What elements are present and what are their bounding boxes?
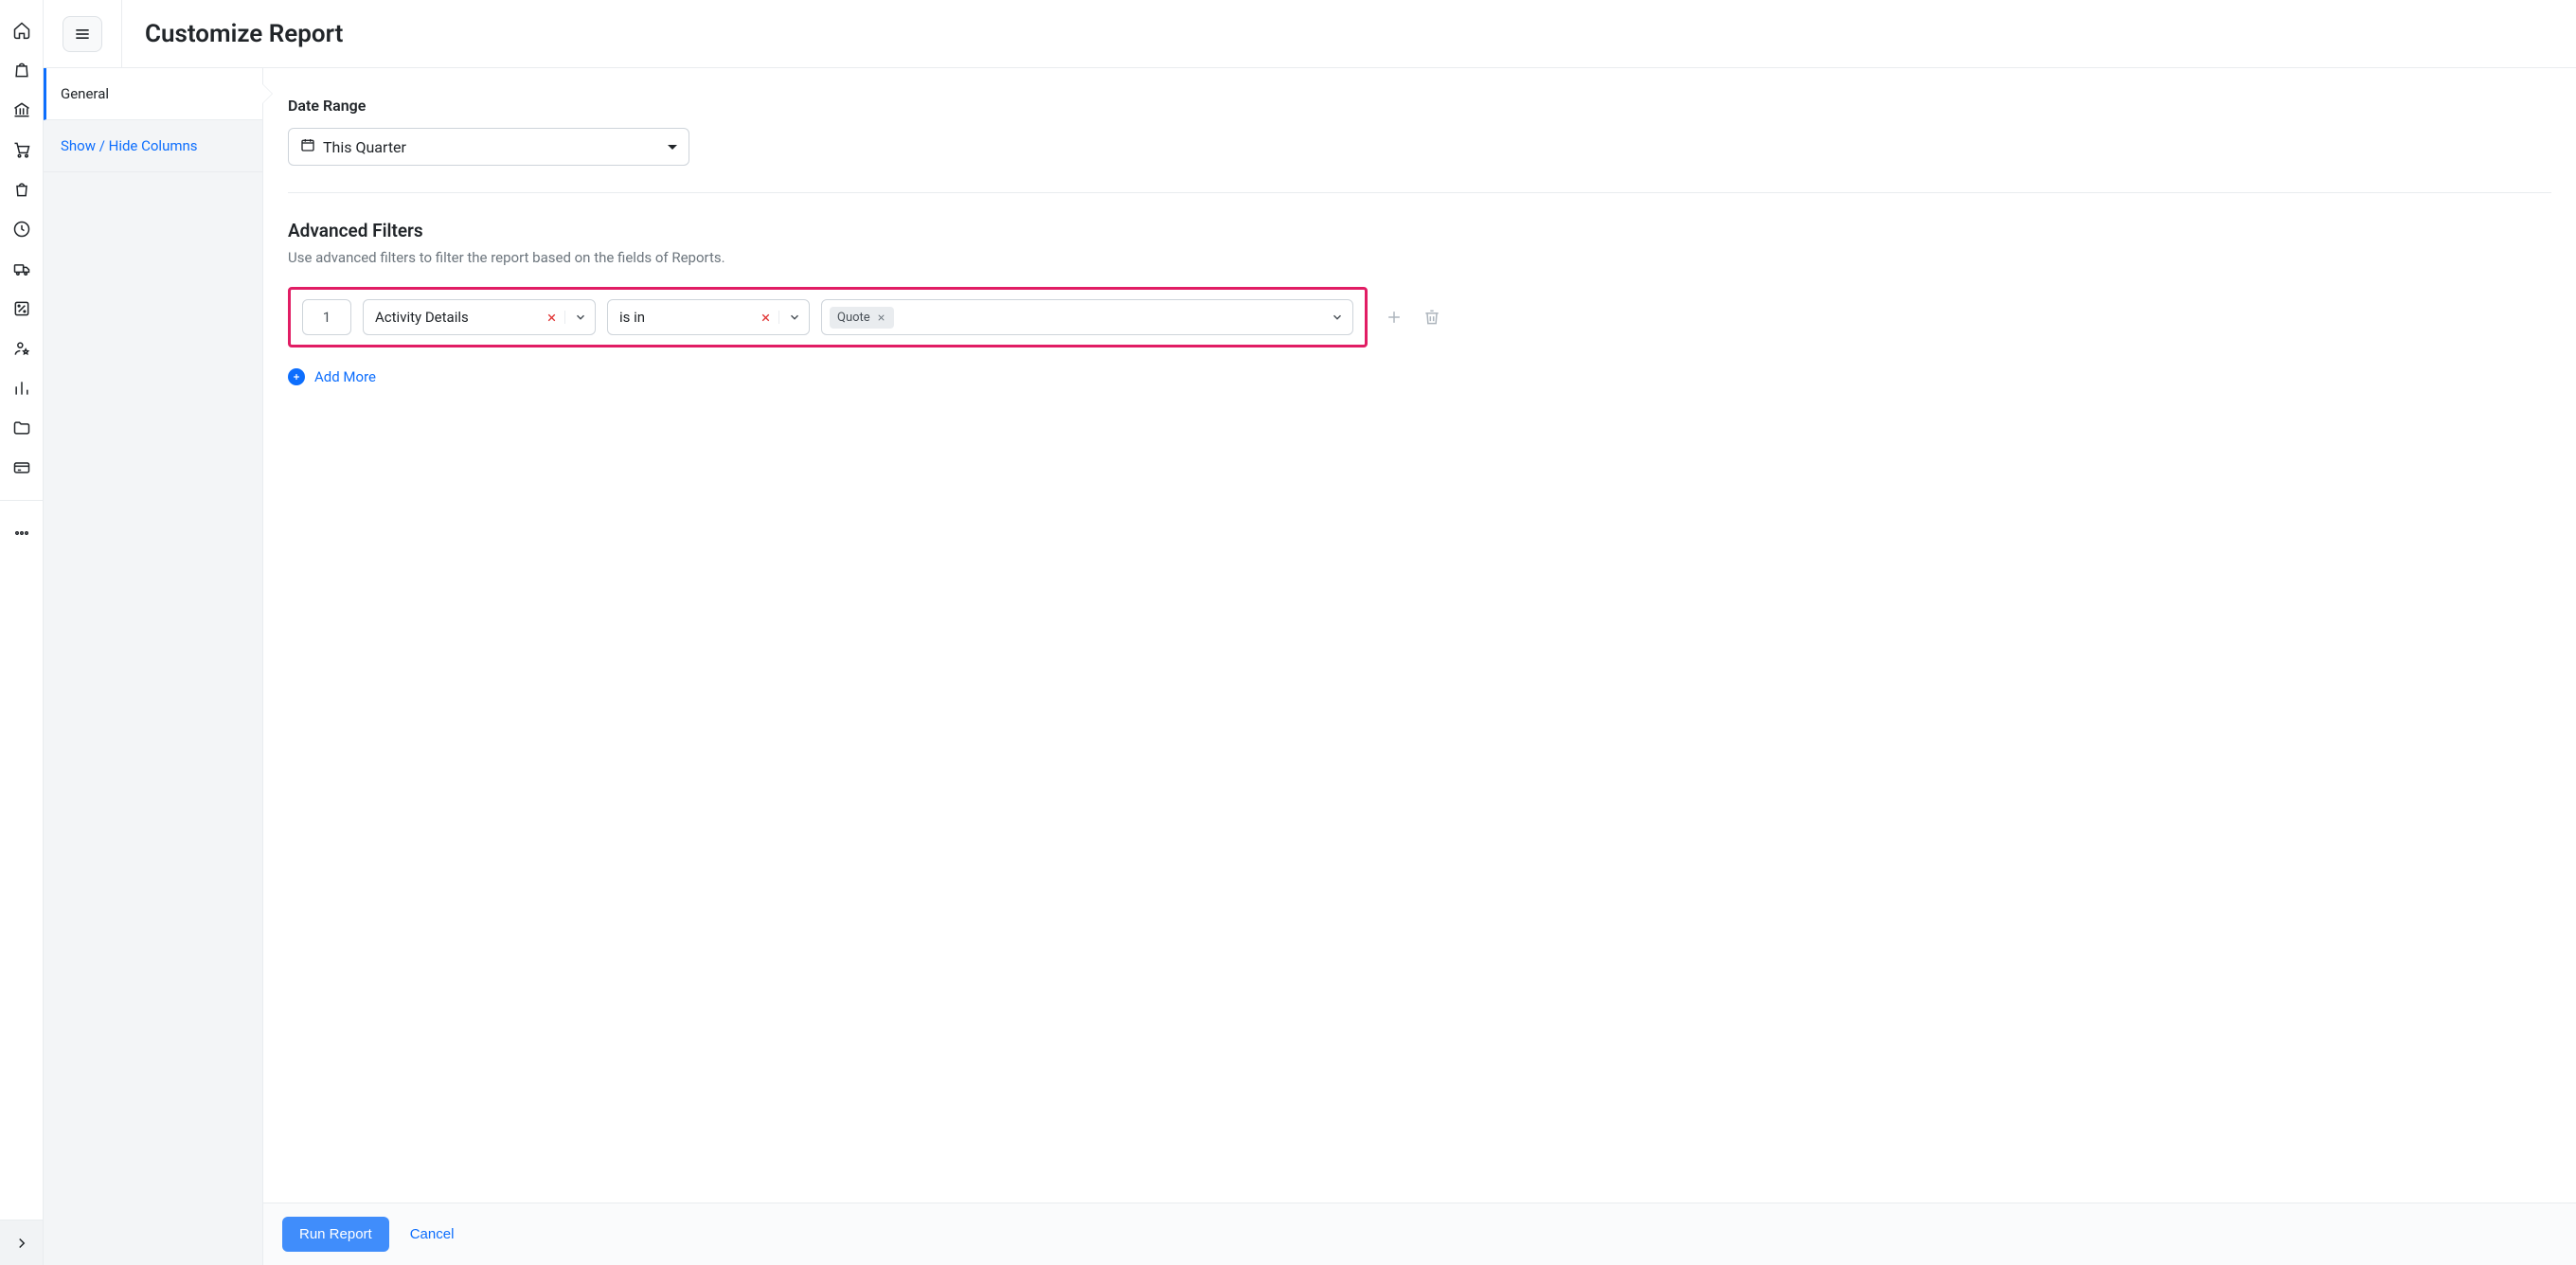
header: Customize Report [44, 0, 2576, 68]
section-divider [288, 192, 2551, 193]
shopping-bag-icon[interactable] [9, 176, 35, 203]
more-horizontal-icon[interactable] [9, 520, 35, 546]
filter-field-value: Activity Details [364, 309, 538, 326]
filter-operator-select[interactable]: is in [607, 299, 810, 335]
clock-icon[interactable] [9, 216, 35, 242]
cancel-button[interactable]: Cancel [410, 1226, 455, 1242]
percent-icon[interactable] [9, 295, 35, 322]
date-range-label: Date Range [288, 97, 2551, 115]
menu-button[interactable] [63, 16, 102, 52]
run-report-button[interactable]: Run Report [282, 1217, 389, 1252]
field-dropdown-toggle[interactable] [564, 311, 595, 324]
filter-field-select[interactable]: Activity Details [363, 299, 596, 335]
plus-circle-icon [288, 368, 305, 385]
truck-icon[interactable] [9, 256, 35, 282]
sidebar-item-label: Show / Hide Columns [61, 137, 198, 154]
filter-row-wrap: 1 Activity Details is in [288, 287, 2551, 347]
filter-row: 1 Activity Details is in [288, 287, 1368, 347]
date-range-select[interactable]: This Quarter [288, 128, 689, 166]
filter-value-chips: Quote [822, 307, 1322, 329]
body: General Show / Hide Columns Date Range T… [44, 68, 2576, 1265]
operator-dropdown-toggle[interactable] [778, 311, 809, 324]
footer: Run Report Cancel [263, 1203, 2576, 1265]
add-more-button[interactable]: Add More [288, 368, 376, 385]
nav-rail [0, 0, 44, 1265]
expand-rail-button[interactable] [0, 1220, 43, 1265]
caret-down-icon [668, 145, 677, 150]
sidebar-item-columns[interactable]: Show / Hide Columns [44, 120, 262, 172]
filter-row-actions [1385, 308, 1441, 327]
user-star-icon[interactable] [9, 335, 35, 362]
credit-card-icon[interactable] [9, 454, 35, 481]
clear-operator-button[interactable] [752, 312, 778, 324]
filter-operator-value: is in [608, 309, 752, 326]
add-more-label: Add More [314, 368, 376, 385]
home-icon[interactable] [9, 17, 35, 44]
bank-icon[interactable] [9, 97, 35, 123]
content-scroll: Date Range This Quarter Advanced Filters… [263, 68, 2576, 1203]
rail-divider [0, 500, 43, 501]
bag-icon[interactable] [9, 57, 35, 83]
add-filter-row-button[interactable] [1385, 308, 1404, 327]
date-range-value: This Quarter [323, 138, 406, 156]
calendar-icon [300, 137, 315, 156]
remove-chip-button[interactable] [876, 312, 886, 323]
cart-icon[interactable] [9, 136, 35, 163]
folder-icon[interactable] [9, 415, 35, 441]
value-dropdown-toggle[interactable] [1322, 311, 1352, 324]
header-divider [121, 0, 122, 68]
delete-filter-row-button[interactable] [1422, 308, 1441, 327]
filter-index: 1 [302, 299, 351, 335]
sidebar: General Show / Hide Columns [44, 68, 263, 1265]
bar-chart-icon[interactable] [9, 375, 35, 401]
chip-label: Quote [837, 311, 870, 325]
filter-value-chip: Quote [830, 307, 894, 329]
sidebar-item-label: General [61, 85, 109, 102]
filter-value-select[interactable]: Quote [821, 299, 1353, 335]
advanced-filters-title: Advanced Filters [288, 220, 2551, 241]
app: Customize Report General Show / Hide Col… [44, 0, 2576, 1265]
advanced-filters-description: Use advanced filters to filter the repor… [288, 249, 2551, 266]
content: Date Range This Quarter Advanced Filters… [263, 68, 2576, 1265]
page-title: Customize Report [145, 20, 343, 48]
clear-field-button[interactable] [538, 312, 564, 324]
sidebar-item-general[interactable]: General [44, 68, 262, 120]
